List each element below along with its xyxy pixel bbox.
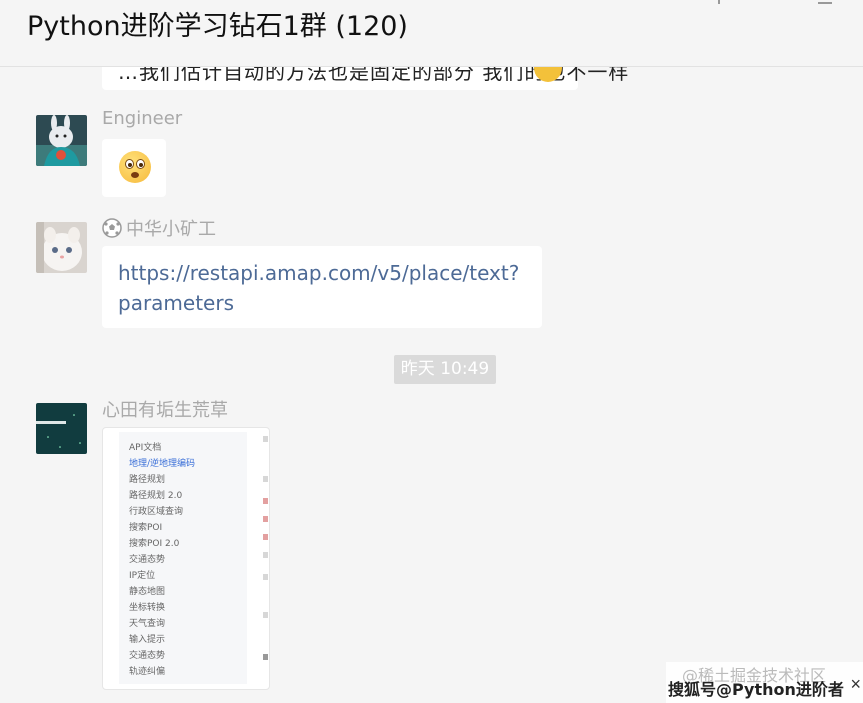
content-mark bbox=[263, 574, 268, 580]
menu-item: 交通态势 bbox=[129, 555, 166, 565]
content-mark bbox=[263, 498, 268, 504]
close-icon[interactable]: × bbox=[850, 674, 861, 695]
message-list[interactable]: …我们估计自动的方法也是固定的部分 我们的也不一样 Engineer 中华小矿工… bbox=[0, 0, 863, 703]
menu-item: 轨迹纠偏 bbox=[129, 667, 166, 677]
emoji-message-bubble[interactable] bbox=[102, 139, 166, 197]
menu-item: 路径规划 2.0 bbox=[129, 491, 183, 501]
content-mark bbox=[263, 476, 268, 482]
menu-item: 输入提示 bbox=[129, 635, 166, 645]
more-icon[interactable] bbox=[818, 0, 832, 4]
content-mark bbox=[263, 436, 268, 442]
screenshot-sidebar-menu: API文档 地理/逆地理编码 路径规划 路径规划 2.0 行政区域查询 搜索PO… bbox=[119, 432, 247, 684]
watermark: @稀土掘金技术社区 搜狐号@Python进阶者 × bbox=[666, 662, 863, 703]
menu-item: 路径规划 bbox=[129, 475, 166, 485]
menu-item: IP定位 bbox=[129, 571, 156, 581]
menu-item: 静态地图 bbox=[129, 587, 166, 597]
menu-item: 交通态势 bbox=[129, 651, 166, 661]
time-divider: 昨天 10:49 bbox=[394, 355, 496, 384]
sender-name: 中华小矿工 bbox=[126, 219, 216, 240]
menu-item: API文档 bbox=[129, 443, 162, 453]
menu-item: 搜索POI bbox=[129, 523, 163, 533]
link-message-bubble[interactable]: https://restapi.amap.com/v5/place/text?p… bbox=[102, 246, 542, 328]
image-message[interactable]: API文档 地理/逆地理编码 路径规划 路径规划 2.0 行政区域查询 搜索PO… bbox=[102, 427, 270, 690]
chat-header: Python进阶学习钻石1群 (120) bbox=[0, 0, 863, 67]
menu-item: 天气查询 bbox=[129, 619, 166, 629]
avatar-kuanggong[interactable] bbox=[36, 222, 87, 273]
content-mark bbox=[263, 654, 268, 660]
content-mark bbox=[263, 552, 268, 558]
sender-row: 中华小矿工 bbox=[102, 215, 216, 241]
flushed-face-icon bbox=[119, 151, 151, 183]
content-mark bbox=[263, 516, 268, 522]
soccer-ball-icon bbox=[102, 218, 122, 238]
menu-item: 行政区域查询 bbox=[129, 507, 184, 517]
menu-item: 坐标转换 bbox=[129, 603, 166, 613]
menu-item: 搜索POI 2.0 bbox=[129, 539, 180, 549]
chat-title: Python进阶学习钻石1群 (120) bbox=[27, 11, 408, 42]
message-link[interactable]: https://restapi.amap.com/v5/place/text?p… bbox=[118, 258, 528, 318]
sender-name: Engineer bbox=[102, 108, 183, 129]
watermark-sohu: 搜狐号@Python进阶者 bbox=[668, 680, 844, 699]
header-icon[interactable] bbox=[718, 0, 720, 4]
avatar-xintian[interactable] bbox=[36, 403, 87, 454]
menu-item: 地理/逆地理编码 bbox=[129, 459, 196, 469]
sender-name: 心田有垢生荒草 bbox=[102, 400, 228, 421]
content-mark bbox=[263, 612, 268, 618]
content-mark bbox=[263, 534, 268, 540]
avatar-engineer[interactable] bbox=[36, 115, 87, 166]
